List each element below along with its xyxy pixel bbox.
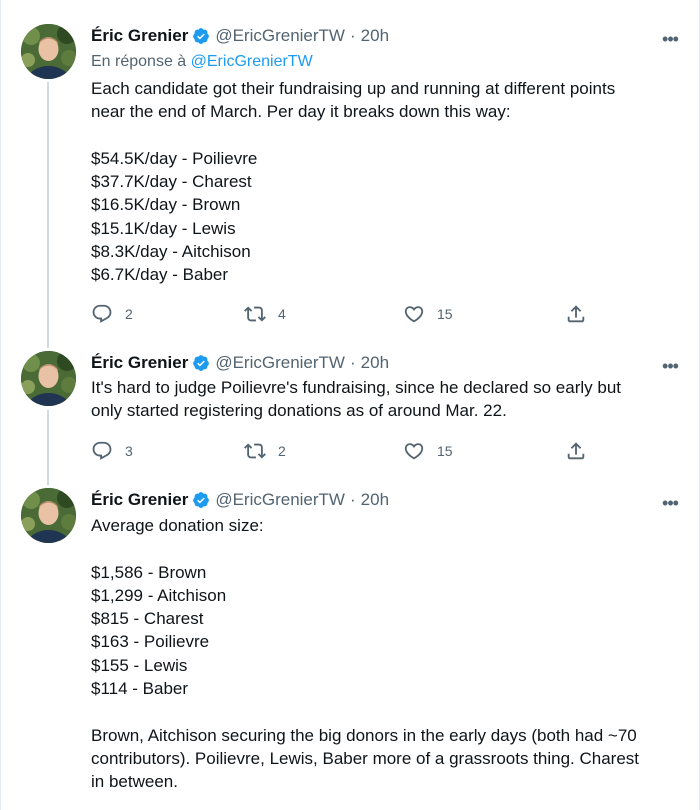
share-icon: [567, 305, 585, 323]
separator-dot: ·: [349, 353, 356, 372]
text-line: It's hard to judge Poilievre's fundraisi…: [91, 378, 622, 397]
text-line: $155 - Lewis: [91, 655, 188, 675]
heart-icon: [404, 443, 424, 460]
text-line: only started registering donations as of…: [91, 401, 507, 421]
text-line: $6.7K/day - Baber: [91, 265, 229, 285]
text-line: $163 - Poilievre: [91, 632, 210, 652]
text-line: [91, 700, 681, 723]
text-line: $16.5K/day - Brown: [91, 195, 241, 215]
text-line: $8.3K/day - Aitchison: [91, 242, 251, 262]
tweet[interactable]: Éric Grenier @EricGrenierTW · 20h ••• En…: [0, 0, 700, 340]
author-handle[interactable]: @EricGrenierTW: [215, 490, 345, 510]
author-handle[interactable]: @EricGrenierTW: [215, 26, 345, 46]
text-line: $15.1K/day - Lewis: [91, 218, 236, 238]
share-button[interactable]: [565, 439, 587, 463]
tweet-actions: 3 2 15: [91, 439, 591, 463]
avatar[interactable]: [21, 351, 76, 406]
separator-dot: ·: [349, 490, 356, 509]
reply-handle-link[interactable]: @EricGrenierTW: [191, 53, 313, 70]
reply-button[interactable]: 2: [91, 302, 133, 326]
tweet-header: Éric Grenier @EricGrenierTW · 20h: [91, 352, 389, 374]
author-name[interactable]: Éric Grenier: [91, 490, 188, 510]
timestamp[interactable]: 20h: [361, 26, 389, 46]
avatar-image: [21, 488, 76, 543]
retweet-button[interactable]: 2: [244, 439, 286, 463]
retweet-count: 4: [278, 306, 286, 322]
reply-icon: [92, 441, 112, 460]
reply-context: En réponse à @EricGrenierTW: [91, 53, 313, 71]
author-name[interactable]: Éric Grenier: [91, 353, 188, 373]
text-line: $1,586 - Brown: [91, 562, 207, 582]
text-line: $37.7K/day - Charest: [91, 172, 252, 192]
text-line: $54.5K/day - Poilievre: [91, 148, 258, 168]
author-name[interactable]: Éric Grenier: [91, 26, 188, 46]
tweet-text: Each candidate got their fundraising up …: [91, 77, 681, 287]
tweet-text: It's hard to judge Poilievre's fundraisi…: [91, 376, 681, 423]
avatar-image: [21, 351, 76, 406]
text-line: $114 - Baber: [91, 679, 189, 699]
separator-dot: ·: [349, 26, 356, 45]
reply-icon: [92, 304, 112, 323]
text-line: $1,299 - Aitchison: [91, 585, 227, 605]
retweet-icon: [244, 306, 266, 322]
verified-badge-icon: [192, 27, 210, 45]
tweet-text: Average donation size: $1,586 - Brown $1…: [91, 514, 681, 794]
share-icon: [567, 442, 585, 460]
avatar-image: [21, 24, 76, 79]
verified-badge-icon: [192, 354, 210, 372]
timestamp[interactable]: 20h: [361, 353, 389, 373]
text-line: in between.: [91, 772, 178, 792]
like-count: 15: [437, 443, 453, 459]
like-button[interactable]: 15: [403, 302, 453, 326]
reply-button[interactable]: 3: [91, 439, 133, 463]
retweet-icon: [244, 443, 266, 459]
like-button[interactable]: 15: [403, 439, 453, 463]
retweet-button[interactable]: 4: [244, 302, 286, 326]
verified-badge-icon: [192, 491, 210, 509]
text-line: Brown, Aitchison securing the big donors…: [91, 725, 637, 745]
tweet-header: Éric Grenier @EricGrenierTW · 20h: [91, 489, 389, 511]
text-line: Average donation size:: [91, 516, 264, 535]
like-count: 15: [437, 306, 453, 322]
text-line: near the end of March. Per day it breaks…: [91, 102, 511, 122]
tweet[interactable]: Éric Grenier @EricGrenierTW · 20h ••• Av…: [0, 478, 700, 810]
text-line: contributors). Poilievre, Lewis, Baber m…: [91, 748, 640, 768]
author-handle[interactable]: @EricGrenierTW: [215, 353, 345, 373]
retweet-count: 2: [278, 443, 286, 459]
reply-count: 2: [125, 306, 133, 322]
tweet-actions: 2 4 15: [91, 302, 591, 326]
more-icon[interactable]: •••: [660, 30, 680, 54]
heart-icon: [404, 306, 424, 323]
tweet[interactable]: Éric Grenier @EricGrenierTW · 20h ••• It…: [0, 340, 700, 478]
reply-prefix: En réponse à: [91, 53, 187, 70]
timestamp[interactable]: 20h: [361, 490, 389, 510]
text-line: $815 - Charest: [91, 609, 204, 629]
avatar[interactable]: [21, 24, 76, 79]
avatar[interactable]: [21, 488, 76, 543]
text-line: Each candidate got their fundraising up …: [91, 79, 616, 98]
reply-count: 3: [125, 443, 133, 459]
text-line: [91, 537, 681, 560]
share-button[interactable]: [565, 302, 587, 326]
text-line: [91, 124, 681, 147]
tweet-header: Éric Grenier @EricGrenierTW · 20h: [91, 25, 389, 47]
